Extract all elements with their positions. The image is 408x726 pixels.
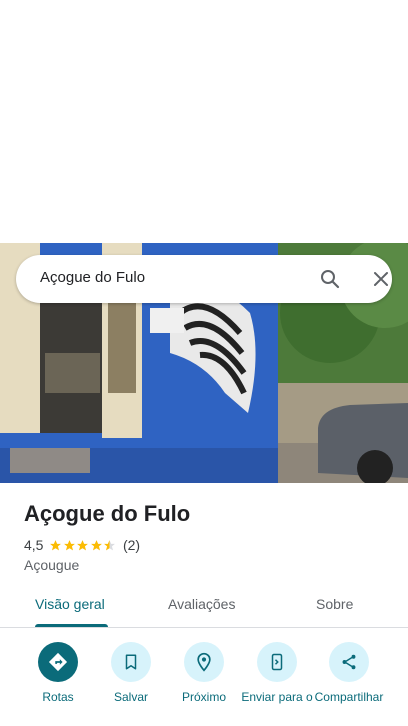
- rating-row[interactable]: 4,5 (2): [24, 536, 140, 554]
- directions-button[interactable]: Rotas: [18, 642, 98, 704]
- directions-label: Rotas: [42, 690, 74, 704]
- tab-active-indicator: [35, 624, 108, 627]
- send-to-phone-label: Enviar para o: [241, 690, 313, 704]
- directions-icon: [38, 642, 78, 682]
- review-count[interactable]: (2): [123, 537, 140, 553]
- tab-overview[interactable]: Visão geral: [35, 596, 105, 612]
- map-blank-area: [0, 0, 408, 243]
- share-label: Compartilhar: [314, 690, 384, 704]
- close-icon[interactable]: [369, 267, 393, 291]
- nearby-button[interactable]: Próximo: [164, 642, 244, 704]
- place-title: Açogue do Fulo: [24, 501, 191, 526]
- nearby-icon: [184, 642, 224, 682]
- share-icon: [329, 642, 369, 682]
- tab-reviews[interactable]: Avaliações: [168, 596, 235, 612]
- nearby-label: Próximo: [181, 690, 226, 704]
- tab-about[interactable]: Sobre: [316, 596, 353, 612]
- search-icon[interactable]: [318, 267, 342, 291]
- rating-value: 4,5: [24, 537, 44, 553]
- tab-bar: Visão geral Avaliações Sobre: [0, 585, 408, 628]
- send-to-phone-button[interactable]: Enviar para o: [237, 642, 317, 704]
- star-icon: [91, 539, 102, 550]
- place-category[interactable]: Açougue: [24, 557, 79, 573]
- search-bar[interactable]: Açogue do Fulo: [16, 255, 392, 303]
- save-label: Salvar: [113, 690, 148, 704]
- action-buttons: Rotas Salvar Próximo Enviar para o Compa…: [0, 640, 408, 726]
- send-to-phone-icon: [257, 642, 297, 682]
- star-icon: [64, 539, 75, 550]
- save-button[interactable]: Salvar: [91, 642, 171, 704]
- star-icon: [50, 539, 62, 550]
- star-icon: [77, 539, 89, 550]
- half-star-icon: [104, 539, 116, 550]
- search-query[interactable]: Açogue do Fulo: [40, 269, 145, 286]
- share-button[interactable]: Compartilhar: [309, 642, 389, 704]
- star-rating: [49, 539, 117, 552]
- bookmark-icon: [111, 642, 151, 682]
